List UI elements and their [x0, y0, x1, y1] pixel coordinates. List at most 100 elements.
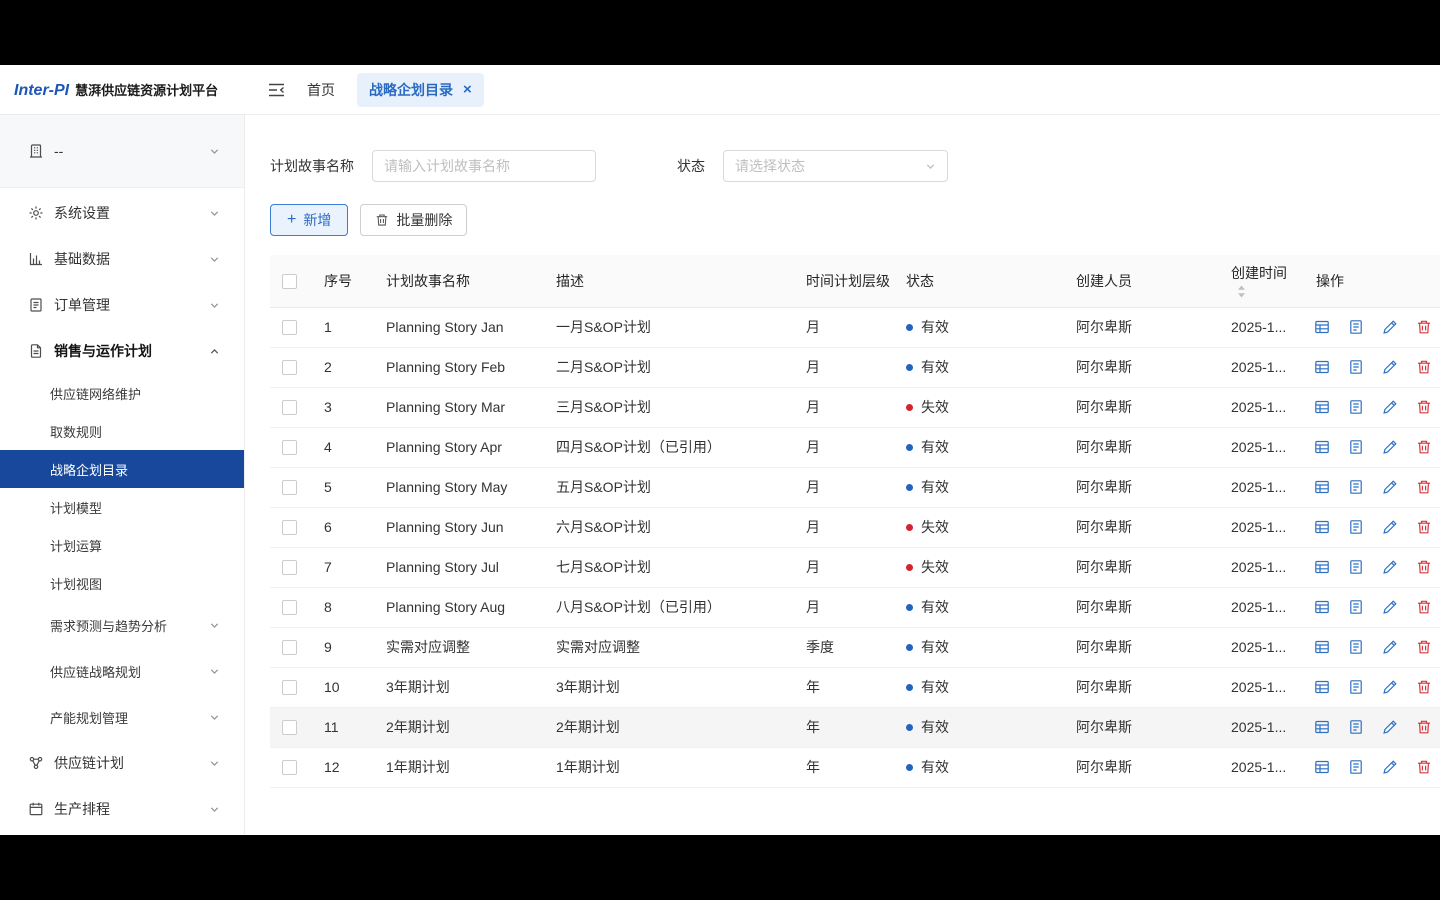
- delete-icon[interactable]: [1416, 559, 1432, 575]
- edit-icon[interactable]: [1382, 479, 1398, 495]
- delete-icon[interactable]: [1416, 519, 1432, 535]
- copy-file-icon[interactable]: [1348, 559, 1364, 575]
- sidebar-item-plan-calculation[interactable]: 计划运算: [0, 526, 244, 564]
- delete-icon[interactable]: [1416, 679, 1432, 695]
- row-checkbox[interactable]: [282, 760, 297, 775]
- network-icon: [28, 755, 44, 771]
- view-detail-icon[interactable]: [1314, 479, 1330, 495]
- edit-icon[interactable]: [1382, 519, 1398, 535]
- creator: 阿尔卑斯: [1060, 427, 1215, 467]
- copy-file-icon[interactable]: [1348, 399, 1364, 415]
- delete-icon[interactable]: [1416, 759, 1432, 775]
- sidebar-item-production-scheduling[interactable]: 生产排程: [0, 786, 244, 832]
- sidebar-item-base-data[interactable]: 基础数据: [0, 236, 244, 282]
- sidebar-item-network-maintenance[interactable]: 供应链网络维护: [0, 374, 244, 412]
- view-detail-icon[interactable]: [1314, 639, 1330, 655]
- view-detail-icon[interactable]: [1314, 399, 1330, 415]
- col-actions: 操作: [1300, 255, 1440, 307]
- edit-icon[interactable]: [1382, 559, 1398, 575]
- view-detail-icon[interactable]: [1314, 599, 1330, 615]
- edit-icon[interactable]: [1382, 639, 1398, 655]
- delete-icon[interactable]: [1416, 439, 1432, 455]
- creator: 阿尔卑斯: [1060, 507, 1215, 547]
- sidebar-item-sop[interactable]: 销售与运作计划: [0, 328, 244, 374]
- row-checkbox[interactable]: [282, 440, 297, 455]
- row-checkbox[interactable]: [282, 680, 297, 695]
- chevron-down-icon: [925, 161, 936, 172]
- plan-name-input[interactable]: [372, 150, 596, 182]
- row-checkbox[interactable]: [282, 640, 297, 655]
- row-checkbox[interactable]: [282, 480, 297, 495]
- sidebar-item-fetch-rules[interactable]: 取数规则: [0, 412, 244, 450]
- delete-icon[interactable]: [1416, 399, 1432, 415]
- copy-file-icon[interactable]: [1348, 479, 1364, 495]
- row-checkbox[interactable]: [282, 560, 297, 575]
- row-checkbox[interactable]: [282, 600, 297, 615]
- org-selector[interactable]: --: [0, 115, 244, 188]
- row-checkbox[interactable]: [282, 360, 297, 375]
- copy-file-icon[interactable]: [1348, 679, 1364, 695]
- sidebar-item-capacity-planning[interactable]: 产能规划管理: [0, 694, 244, 740]
- edit-icon[interactable]: [1382, 719, 1398, 735]
- tab-strategic-catalog[interactable]: 战略企划目录 ×: [357, 73, 484, 107]
- view-detail-icon[interactable]: [1314, 319, 1330, 335]
- view-detail-icon[interactable]: [1314, 759, 1330, 775]
- sidebar-item-strategic-catalog[interactable]: 战略企划目录: [0, 450, 244, 488]
- copy-file-icon[interactable]: [1348, 759, 1364, 775]
- time-level: 年: [790, 707, 890, 747]
- status-cell: 有效: [890, 747, 1060, 787]
- edit-icon[interactable]: [1382, 759, 1398, 775]
- creator: 阿尔卑斯: [1060, 547, 1215, 587]
- edit-icon[interactable]: [1382, 319, 1398, 335]
- sort-icon[interactable]: [1237, 285, 1246, 298]
- edit-icon[interactable]: [1382, 599, 1398, 615]
- copy-file-icon[interactable]: [1348, 639, 1364, 655]
- edit-icon[interactable]: [1382, 439, 1398, 455]
- creator: 阿尔卑斯: [1060, 707, 1215, 747]
- sidebar-item-supply-strategy[interactable]: 供应链战略规划: [0, 648, 244, 694]
- copy-file-icon[interactable]: [1348, 319, 1364, 335]
- copy-file-icon[interactable]: [1348, 599, 1364, 615]
- chevron-down-icon: [209, 300, 220, 311]
- actions-cell: [1300, 387, 1440, 427]
- delete-icon[interactable]: [1416, 599, 1432, 615]
- sidebar-item-system-settings[interactable]: 系统设置: [0, 190, 244, 236]
- tab-home[interactable]: 首页: [307, 80, 335, 100]
- row-checkbox[interactable]: [282, 320, 297, 335]
- sidebar-item-demand-forecast[interactable]: 需求预测与趋势分析: [0, 602, 244, 648]
- sidebar-item-supply-chain-plan[interactable]: 供应链计划: [0, 740, 244, 786]
- status-select[interactable]: 请选择状态: [723, 150, 948, 182]
- sidebar-item-plan-view[interactable]: 计划视图: [0, 564, 244, 602]
- view-detail-icon[interactable]: [1314, 719, 1330, 735]
- delete-icon[interactable]: [1416, 639, 1432, 655]
- select-all-checkbox[interactable]: [282, 274, 297, 289]
- delete-icon[interactable]: [1416, 719, 1432, 735]
- edit-icon[interactable]: [1382, 399, 1398, 415]
- delete-icon[interactable]: [1416, 359, 1432, 375]
- sidebar-item-order-management[interactable]: 订单管理: [0, 282, 244, 328]
- delete-icon[interactable]: [1416, 319, 1432, 335]
- delete-icon[interactable]: [1416, 479, 1432, 495]
- copy-file-icon[interactable]: [1348, 519, 1364, 535]
- view-detail-icon[interactable]: [1314, 359, 1330, 375]
- copy-file-icon[interactable]: [1348, 719, 1364, 735]
- col-index: 序号: [308, 255, 370, 307]
- row-checkbox[interactable]: [282, 520, 297, 535]
- edit-icon[interactable]: [1382, 359, 1398, 375]
- checkbox-cell: [270, 467, 308, 507]
- menu-fold-icon[interactable]: [268, 83, 285, 97]
- view-detail-icon[interactable]: [1314, 439, 1330, 455]
- sidebar-item-plan-model[interactable]: 计划模型: [0, 488, 244, 526]
- row-checkbox[interactable]: [282, 400, 297, 415]
- batch-delete-button[interactable]: 批量删除: [360, 204, 467, 236]
- row-checkbox[interactable]: [282, 720, 297, 735]
- copy-file-icon[interactable]: [1348, 359, 1364, 375]
- tab-close-icon[interactable]: ×: [463, 82, 472, 97]
- edit-icon[interactable]: [1382, 679, 1398, 695]
- view-detail-icon[interactable]: [1314, 519, 1330, 535]
- view-detail-icon[interactable]: [1314, 679, 1330, 695]
- filter-bar: 计划故事名称 状态 请选择状态: [270, 150, 1440, 182]
- add-button[interactable]: + 新增: [270, 204, 348, 236]
- copy-file-icon[interactable]: [1348, 439, 1364, 455]
- view-detail-icon[interactable]: [1314, 559, 1330, 575]
